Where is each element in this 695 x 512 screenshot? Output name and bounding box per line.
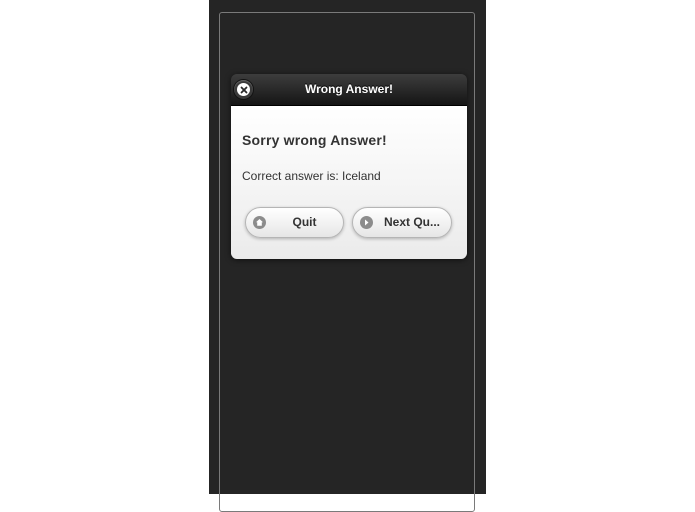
- quit-button-label: Quit: [292, 215, 317, 229]
- arrow-right-icon: [360, 216, 373, 229]
- message-heading: Sorry wrong Answer!: [242, 132, 387, 148]
- correct-answer-text: Correct answer is: Iceland: [242, 169, 381, 183]
- next-question-button[interactable]: Next Qu...: [352, 207, 452, 238]
- wrong-answer-dialog: Wrong Answer! Sorry wrong Answer! Correc…: [231, 74, 467, 259]
- dialog-header: Wrong Answer!: [231, 74, 467, 106]
- home-icon: [253, 216, 266, 229]
- dialog-body: Sorry wrong Answer! Correct answer is: I…: [231, 106, 467, 259]
- quit-button[interactable]: Quit: [245, 207, 344, 238]
- next-question-button-label: Next Qu...: [383, 215, 440, 229]
- phone-screen: Wrong Answer! Sorry wrong Answer! Correc…: [209, 0, 486, 512]
- dialog-title: Wrong Answer!: [304, 82, 393, 96]
